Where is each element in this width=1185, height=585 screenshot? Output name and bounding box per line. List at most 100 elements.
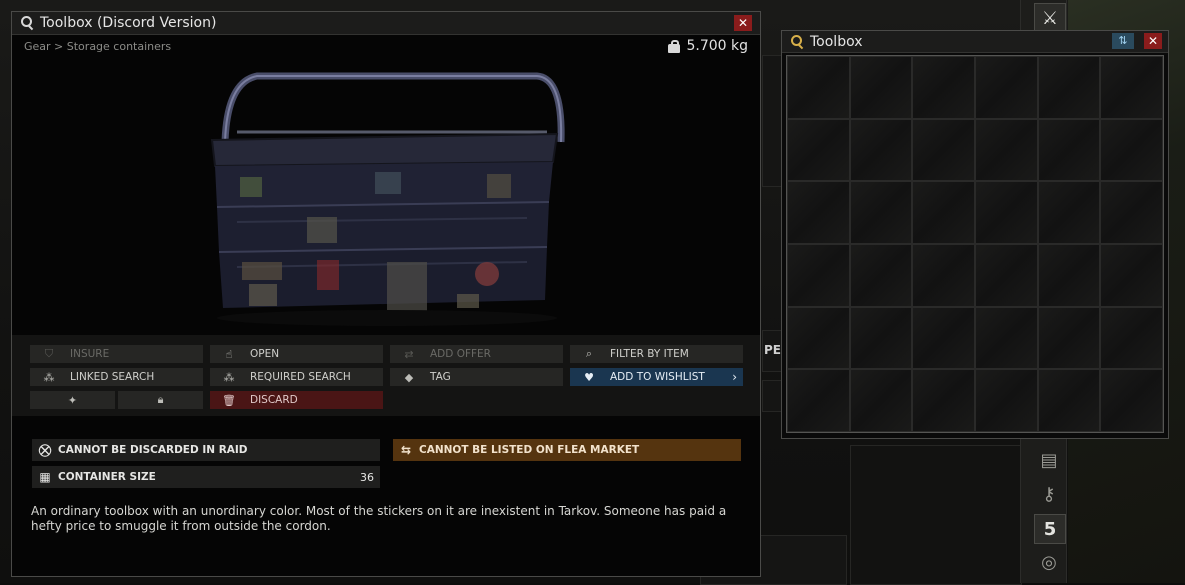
cannot-discard-in-raid-row: ⛒ CANNOT BE DISCARDED IN RAID [32, 439, 380, 461]
container-size-label: CONTAINER SIZE [58, 471, 156, 483]
grid-cell[interactable] [912, 118, 975, 182]
slot-number-badge[interactable]: 5 [1034, 514, 1066, 544]
close-button[interactable]: ✕ [1144, 33, 1162, 49]
search-icon [790, 34, 806, 50]
background-label: PE [764, 343, 781, 357]
grid-cell[interactable] [1037, 56, 1101, 119]
insure-button[interactable]: ⛉ INSURE [30, 345, 203, 363]
container-size-row: ▦ CONTAINER SIZE 36 [32, 466, 380, 488]
grid-icon: ▦ [39, 470, 51, 484]
grid-cell[interactable] [849, 369, 913, 432]
weapon-slot-icon[interactable]: ⚔ [1034, 3, 1066, 33]
grid-cell[interactable] [975, 244, 1038, 307]
grid-cell[interactable] [1100, 181, 1163, 244]
magnifier-icon: ⌕ [585, 347, 593, 360]
check-circle-icon[interactable]: ◎ [1034, 548, 1064, 576]
item-weight: 5.700 kg [668, 38, 748, 54]
container-size-value: 36 [360, 470, 374, 484]
grid-cell[interactable] [975, 369, 1038, 432]
grid-cell[interactable] [849, 181, 913, 244]
heart-icon: ♥ [584, 370, 594, 384]
add-to-wishlist-button[interactable]: ♥ ADD TO WISHLIST › [570, 368, 743, 386]
tag-icon: ◆ [404, 370, 414, 384]
grid-cell[interactable] [912, 244, 975, 307]
grid-cell[interactable] [849, 56, 913, 119]
grid-cell[interactable] [1037, 369, 1101, 432]
item-inspect-window[interactable]: Toolbox (Discord Version) ✕ Gear > Stora… [11, 11, 761, 577]
insure-label: INSURE [70, 348, 110, 360]
grid-cell[interactable] [1100, 56, 1163, 119]
grid-cell[interactable] [787, 369, 850, 432]
open-hand-icon: ☝ [225, 347, 233, 361]
grid-cell[interactable] [1100, 244, 1163, 307]
link-nodes-icon: ⁂ [223, 370, 235, 384]
chevron-right-icon: › [732, 370, 737, 384]
close-button[interactable]: ✕ [734, 15, 752, 31]
item-actions-panel: ⛉ INSURE ☝ OPEN ⇄ ADD OFFER ⌕ FILTER BY … [12, 335, 760, 416]
grid-cell[interactable] [975, 118, 1038, 182]
lock-button[interactable]: 🔒︎ [118, 391, 203, 409]
notes-icon[interactable]: ▤ [1034, 446, 1064, 474]
tag-label: TAG [430, 371, 451, 383]
breadcrumb[interactable]: Gear > Storage containers [24, 40, 171, 53]
grid-cell[interactable] [787, 244, 850, 307]
link-nodes-icon: ⁂ [43, 370, 55, 384]
discard-restricted-icon: ⛒ [38, 442, 52, 457]
grid-cell[interactable] [1100, 306, 1163, 370]
grid-cell[interactable] [1037, 244, 1101, 307]
weight-icon [668, 39, 681, 53]
grid-cell[interactable] [1100, 118, 1163, 182]
cannot-discard-label: CANNOT BE DISCARDED IN RAID [58, 444, 248, 456]
cannot-list-flea-row: ⇆ CANNOT BE LISTED ON FLEA MARKET [393, 439, 741, 461]
linked-search-label: LINKED SEARCH [70, 371, 155, 383]
sort-button[interactable]: ⇅ [1112, 33, 1134, 49]
flea-restricted-icon: ⇆ [400, 443, 412, 457]
key-icon[interactable]: ⚷ [1034, 480, 1064, 508]
container-window-title: Toolbox [810, 33, 863, 50]
container-grid[interactable] [786, 55, 1164, 433]
grid-cell[interactable] [975, 306, 1038, 370]
item-window-titlebar[interactable]: Toolbox (Discord Version) ✕ [12, 12, 760, 35]
shield-icon: ⛉ [44, 347, 54, 360]
item-description: An ordinary toolbox with an unordinary c… [31, 504, 727, 533]
tag-button[interactable]: ◆ TAG [390, 368, 563, 386]
grid-cell[interactable] [975, 181, 1038, 244]
grid-cell[interactable] [1100, 369, 1163, 432]
grid-cell[interactable] [787, 306, 850, 370]
add-offer-button[interactable]: ⇄ ADD OFFER [390, 345, 563, 363]
open-label: OPEN [250, 348, 280, 360]
weight-value: 5.700 kg [686, 38, 748, 54]
trash-icon: 🗑︎ [222, 393, 236, 407]
grid-cell[interactable] [975, 56, 1038, 119]
grid-cell[interactable] [849, 306, 913, 370]
grid-cell[interactable] [912, 306, 975, 370]
grid-cell[interactable] [912, 369, 975, 432]
pin-button[interactable]: ✦ [30, 391, 115, 409]
linked-search-button[interactable]: ⁂ LINKED SEARCH [30, 368, 203, 386]
container-window[interactable]: Toolbox ⇅ ✕ [781, 30, 1169, 439]
filter-by-item-button[interactable]: ⌕ FILTER BY ITEM [570, 345, 743, 363]
add-offer-label: ADD OFFER [430, 348, 491, 360]
open-button[interactable]: ☝ OPEN [210, 345, 383, 363]
handshake-icon: ⇄ [404, 347, 414, 361]
grid-cell[interactable] [787, 181, 850, 244]
container-window-titlebar[interactable]: Toolbox ⇅ ✕ [782, 31, 1168, 53]
lock-icon: 🔒︎ [157, 393, 164, 406]
grid-cell[interactable] [1037, 181, 1101, 244]
toolbox-image [210, 72, 565, 326]
grid-cell[interactable] [912, 181, 975, 244]
grid-cell[interactable] [849, 118, 913, 182]
grid-cell[interactable] [849, 244, 913, 307]
required-search-label: REQUIRED SEARCH [250, 371, 351, 383]
background-panel [850, 445, 1022, 585]
discard-button[interactable]: 🗑︎ DISCARD [210, 391, 383, 409]
grid-cell[interactable] [912, 56, 975, 119]
item-window-title: Toolbox (Discord Version) [40, 15, 217, 31]
required-search-button[interactable]: ⁂ REQUIRED SEARCH [210, 368, 383, 386]
cannot-list-flea-label: CANNOT BE LISTED ON FLEA MARKET [419, 444, 640, 456]
filter-by-item-label: FILTER BY ITEM [610, 348, 689, 360]
grid-cell[interactable] [787, 118, 850, 182]
grid-cell[interactable] [1037, 118, 1101, 182]
grid-cell[interactable] [787, 56, 850, 119]
grid-cell[interactable] [1037, 306, 1101, 370]
